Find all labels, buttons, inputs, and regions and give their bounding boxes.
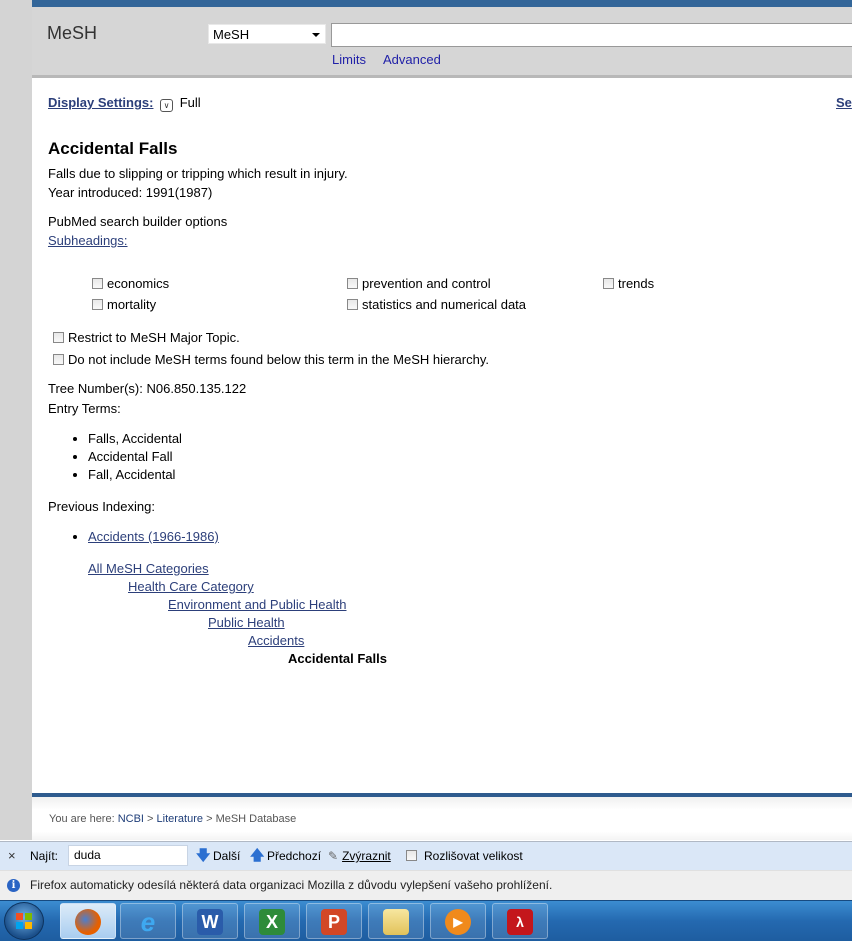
checkbox[interactable] xyxy=(92,278,103,289)
tree-link-all-mesh-categories[interactable]: All MeSH Categories xyxy=(88,561,209,576)
word-icon: W xyxy=(197,909,223,935)
previous-indexing-link[interactable]: Accidents (1966-1986) xyxy=(88,529,219,544)
windows-logo-icon xyxy=(16,913,32,929)
checkbox[interactable] xyxy=(347,278,358,289)
limits-link[interactable]: Limits xyxy=(332,52,366,67)
restrict-major-topic[interactable]: Restrict to MeSH Major Topic. xyxy=(53,330,240,345)
send-to-link[interactable]: Se xyxy=(836,95,852,110)
subheading-option[interactable]: prevention and control xyxy=(347,276,491,291)
subheading-option[interactable]: economics xyxy=(92,276,169,291)
find-input[interactable]: duda xyxy=(68,845,188,866)
checkbox[interactable] xyxy=(53,354,64,365)
list-item: Falls, Accidental xyxy=(88,430,182,448)
highlighter-icon: ✎ xyxy=(328,849,339,863)
highlight-all-button[interactable]: ✎ Zvýraznit xyxy=(328,849,391,863)
taskbar-explorer[interactable] xyxy=(368,903,424,939)
notification-bar: i Firefox automaticky odesílá některá da… xyxy=(0,870,852,901)
search-bar: MeSH MeSH Limits Advanced xyxy=(32,7,852,78)
taskbar-word[interactable]: W xyxy=(182,903,238,939)
footer: You are here: NCBI > Literature > MeSH D… xyxy=(32,797,852,840)
arrow-down-icon: 🡇 xyxy=(196,847,211,863)
search-builder-label: PubMed search builder options xyxy=(48,214,228,229)
tree-link-public-health[interactable]: Public Health xyxy=(208,615,285,630)
display-format: Full xyxy=(179,95,201,110)
tree-link-accidents[interactable]: Accidents xyxy=(248,633,304,648)
checkbox[interactable] xyxy=(406,850,417,861)
previous-indexing-list: Accidents (1966-1986) xyxy=(72,528,219,546)
find-next-button[interactable]: 🡇 Další xyxy=(196,847,240,863)
taskbar-powerpoint[interactable]: P xyxy=(306,903,362,939)
windows-taskbar: e W X P ▶ λ xyxy=(0,900,852,941)
folder-icon xyxy=(383,909,409,935)
info-icon: i xyxy=(7,879,20,892)
notification-message: Firefox automaticky odesílá některá data… xyxy=(30,878,553,892)
subheading-option[interactable]: mortality xyxy=(92,297,156,312)
taskbar-internet-explorer[interactable]: e xyxy=(120,903,176,939)
entry-terms-list: Falls, Accidental Accidental Fall Fall, … xyxy=(72,430,182,484)
checkbox[interactable] xyxy=(53,332,64,343)
breadcrumb-ncbi[interactable]: NCBI xyxy=(118,813,144,825)
list-item: Accidental Fall xyxy=(88,448,182,466)
arrow-up-icon: 🡅 xyxy=(250,847,265,863)
display-settings-link[interactable]: Display Settings: xyxy=(48,95,153,110)
database-title: MeSH xyxy=(47,23,98,43)
checkbox[interactable] xyxy=(347,299,358,310)
start-button[interactable] xyxy=(4,902,44,940)
find-bar: × Najít: duda 🡇 Další 🡅 Předchozí ✎ Zvýrazn… xyxy=(0,841,852,870)
window-left-gutter xyxy=(0,0,32,840)
tree-link-health-care-category[interactable]: Health Care Category xyxy=(128,579,254,594)
no-explode-option[interactable]: Do not include MeSH terms found below th… xyxy=(53,352,489,367)
taskbar-firefox[interactable] xyxy=(60,903,116,939)
powerpoint-icon: P xyxy=(321,909,347,935)
database-select[interactable]: MeSH xyxy=(208,24,326,44)
term-title: Accidental Falls xyxy=(48,139,178,158)
advanced-link[interactable]: Advanced xyxy=(383,52,441,67)
adobe-reader-icon: λ xyxy=(507,909,533,935)
subheading-option[interactable]: statistics and numerical data xyxy=(347,297,526,312)
search-input[interactable] xyxy=(331,23,852,47)
firefox-icon xyxy=(75,909,101,935)
close-icon[interactable]: × xyxy=(8,848,16,863)
taskbar-excel[interactable]: X xyxy=(244,903,300,939)
chevron-down-icon[interactable]: ∨ xyxy=(160,99,174,112)
dropdown-arrow-icon xyxy=(312,33,320,37)
breadcrumb-current: MeSH Database xyxy=(215,813,297,825)
entry-terms-label: Entry Terms: xyxy=(48,401,121,416)
tree-current-term: Accidental Falls xyxy=(288,651,387,666)
checkbox[interactable] xyxy=(92,299,103,310)
media-player-icon: ▶ xyxy=(445,909,471,935)
ncbi-top-bar xyxy=(32,0,852,7)
internet-explorer-icon: e xyxy=(140,907,156,937)
page-content: MeSH MeSH Limits Advanced Display Settin… xyxy=(32,0,852,840)
subheadings-link[interactable]: Subheadings: xyxy=(48,233,128,248)
find-label: Najít: xyxy=(30,849,59,863)
display-settings: Display Settings: ∨ Full xyxy=(48,95,201,112)
breadcrumb: You are here: NCBI > Literature > MeSH D… xyxy=(49,813,297,825)
list-item: Fall, Accidental xyxy=(88,466,182,484)
checkbox[interactable] xyxy=(603,278,614,289)
tree-number: Tree Number(s): N06.850.135.122 xyxy=(48,381,247,396)
list-item: Accidents (1966-1986) xyxy=(88,528,219,546)
find-previous-button[interactable]: 🡅 Předchozí xyxy=(250,847,321,863)
tree-link-environment-public-health[interactable]: Environment and Public Health xyxy=(168,597,347,612)
breadcrumb-literature[interactable]: Literature xyxy=(157,813,203,825)
excel-icon: X xyxy=(259,909,285,935)
database-select-value: MeSH xyxy=(213,27,250,42)
previous-indexing-label: Previous Indexing: xyxy=(48,499,155,514)
subheading-option[interactable]: trends xyxy=(603,276,654,291)
year-introduced: Year introduced: 1991(1987) xyxy=(48,185,213,200)
taskbar-adobe-reader[interactable]: λ xyxy=(492,903,548,939)
match-case-option[interactable]: Rozlišovat velikost xyxy=(406,849,523,863)
taskbar-media-player[interactable]: ▶ xyxy=(430,903,486,939)
scope-note: Falls due to slipping or tripping which … xyxy=(48,166,348,181)
